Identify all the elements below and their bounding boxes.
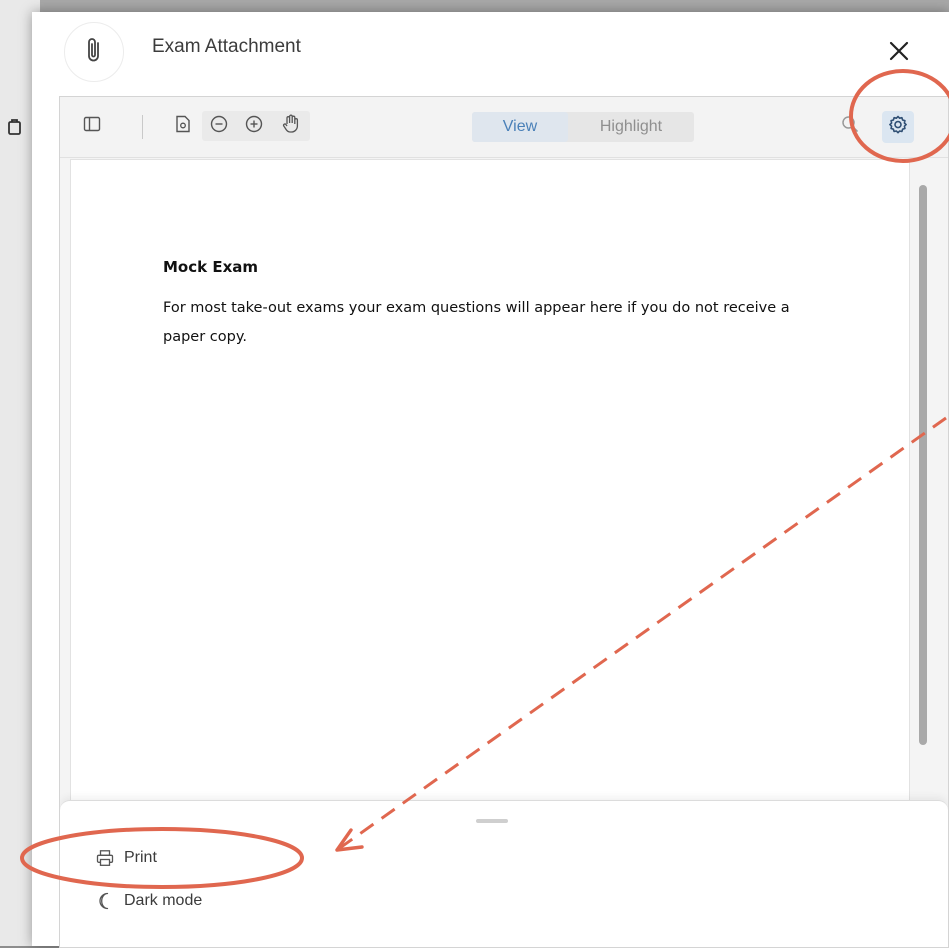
sidebar-panel-icon [83, 115, 101, 138]
tab-highlight[interactable]: Highlight [568, 112, 694, 142]
search-icon [841, 115, 859, 138]
mode-switcher: View Highlight [472, 112, 694, 142]
vertical-scrollbar[interactable] [916, 159, 930, 799]
close-icon [888, 40, 910, 67]
document-page: Mock Exam For most take-out exams your e… [70, 159, 910, 801]
search-button[interactable] [838, 114, 862, 138]
exam-attachment-dialog: Exam Attachment View Highlight Mock Exam… [32, 12, 949, 948]
zoom-out-button[interactable] [207, 114, 231, 138]
sheet-drag-handle[interactable] [476, 819, 508, 823]
zoom-in-icon [245, 115, 263, 138]
menu-item-print[interactable]: Print [94, 845, 157, 871]
paperclip-icon [84, 35, 104, 70]
zoom-in-button[interactable] [242, 114, 266, 138]
hand-icon [282, 114, 300, 139]
dialog-header: Exam Attachment [32, 12, 949, 92]
pdf-viewer: View Highlight Mock Exam For most take-o… [59, 96, 949, 948]
tab-view[interactable]: View [472, 112, 568, 142]
close-button[interactable] [884, 38, 914, 68]
dialog-title: Exam Attachment [152, 36, 301, 57]
fit-page-button[interactable] [171, 114, 195, 138]
scrollbar-thumb[interactable] [919, 185, 927, 745]
attachment-badge [64, 22, 124, 82]
background-top-bar [0, 0, 949, 12]
menu-item-dark-mode-label: Dark mode [124, 892, 203, 909]
gear-icon [888, 115, 908, 140]
menu-item-print-label: Print [124, 849, 157, 866]
background-app-icon [6, 118, 24, 136]
viewer-toolbar: View Highlight [60, 97, 948, 158]
printer-icon [94, 847, 116, 869]
zoom-out-icon [210, 115, 228, 138]
document-body-text: For most take-out exams your exam questi… [163, 300, 790, 345]
page-fit-icon [175, 115, 191, 138]
toolbar-divider [142, 115, 143, 139]
settings-button[interactable] [882, 111, 914, 143]
document-title: Mock Exam [163, 258, 258, 276]
settings-bottom-sheet: Print Dark mode [60, 800, 948, 947]
sidebar-toggle-button[interactable] [80, 114, 104, 138]
pan-tool-button[interactable] [279, 114, 303, 138]
moon-icon [94, 890, 116, 912]
menu-item-dark-mode[interactable]: Dark mode [94, 888, 202, 914]
